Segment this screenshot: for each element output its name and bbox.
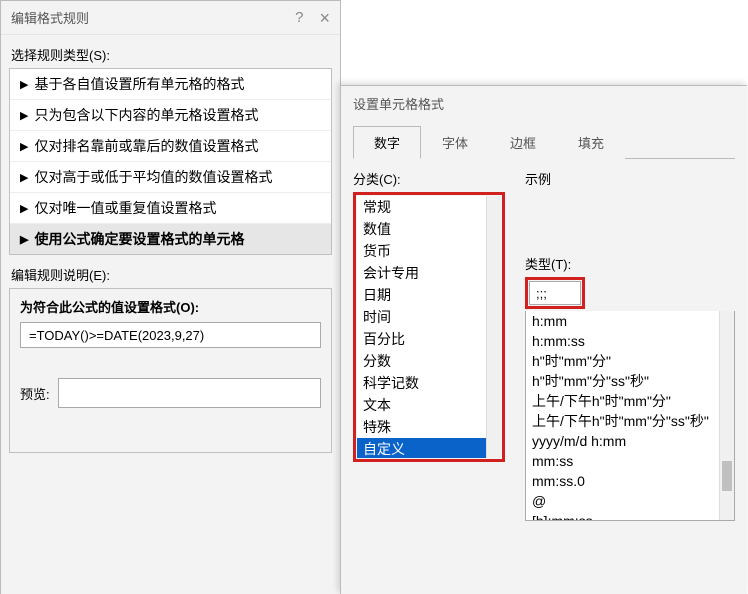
- format-tabs: 数字字体边框填充: [353, 125, 735, 159]
- edit-rule-title: 编辑格式规则: [11, 8, 89, 27]
- arrow-icon: ▶: [20, 109, 28, 122]
- type-list-item[interactable]: h"时"mm"分"ss"秒": [526, 371, 734, 391]
- type-list-item[interactable]: h:mm: [526, 311, 734, 331]
- rule-type-item[interactable]: ▶ 仅对高于或低于平均值的数值设置格式: [10, 162, 331, 193]
- type-list-item[interactable]: yyyy/m/d h:mm: [526, 431, 734, 451]
- category-item[interactable]: 时间: [357, 306, 501, 328]
- format-cells-title: 设置单元格格式: [341, 86, 747, 121]
- category-item[interactable]: 数值: [357, 218, 501, 240]
- type-list-item[interactable]: h:mm:ss: [526, 331, 734, 351]
- category-label: 分类(C):: [353, 169, 505, 188]
- tab-字体[interactable]: 字体: [421, 126, 489, 159]
- type-input-highlight: ;;;: [525, 277, 585, 309]
- example-box: [525, 192, 735, 220]
- type-list-item[interactable]: mm:ss.0: [526, 471, 734, 491]
- rule-type-item[interactable]: ▶ 使用公式确定要设置格式的单元格: [10, 224, 331, 254]
- arrow-icon: ▶: [20, 233, 28, 246]
- rule-type-label: 仅对排名靠前或靠后的数值设置格式: [34, 136, 258, 156]
- formula-input[interactable]: =TODAY()>=DATE(2023,9,27): [20, 322, 321, 348]
- rule-type-item[interactable]: ▶ 只为包含以下内容的单元格设置格式: [10, 100, 331, 131]
- rule-type-list[interactable]: ▶ 基于各自值设置所有单元格的格式 ▶ 只为包含以下内容的单元格设置格式 ▶ 仅对排名靠前…: [9, 68, 332, 255]
- rule-detail-panel: 为符合此公式的值设置格式(O): =TODAY()>=DATE(2023,9,2…: [9, 288, 332, 453]
- category-item[interactable]: 会计专用: [357, 262, 501, 284]
- type-list-item[interactable]: mm:ss: [526, 451, 734, 471]
- tab-数字[interactable]: 数字: [353, 126, 421, 159]
- type-list-item[interactable]: 上午/下午h"时"mm"分": [526, 391, 734, 411]
- help-icon[interactable]: ?: [295, 9, 303, 26]
- arrow-icon: ▶: [20, 140, 28, 153]
- format-cells-dialog: 设置单元格格式 数字字体边框填充 分类(C): 常规数值货币会计专用日期时间百分…: [340, 85, 747, 594]
- edit-rule-desc-label: 编辑规则说明(E):: [1, 255, 340, 288]
- preview-label: 预览:: [20, 384, 50, 403]
- rule-type-item[interactable]: ▶ 基于各自值设置所有单元格的格式: [10, 69, 331, 100]
- rule-type-label: 基于各自值设置所有单元格的格式: [34, 74, 244, 94]
- type-list-item[interactable]: @: [526, 491, 734, 511]
- formula-label: 为符合此公式的值设置格式(O):: [10, 289, 331, 320]
- type-column: 示例 类型(T): ;;; h:mmh:mm:ssh"时"mm"分"h"时"mm…: [505, 169, 735, 521]
- category-scrollbar[interactable]: [486, 196, 501, 458]
- tab-填充[interactable]: 填充: [557, 126, 625, 159]
- close-icon[interactable]: ×: [319, 9, 330, 27]
- category-item[interactable]: 文本: [357, 394, 501, 416]
- category-item[interactable]: 分数: [357, 350, 501, 372]
- type-label: 类型(T):: [525, 254, 735, 273]
- type-list-item[interactable]: [h]:mm:ss: [526, 511, 734, 521]
- preview-box: [58, 378, 321, 408]
- type-list-item[interactable]: 上午/下午h"时"mm"分"ss"秒": [526, 411, 734, 431]
- arrow-icon: ▶: [20, 78, 28, 91]
- type-scroll-thumb[interactable]: [722, 461, 732, 491]
- rule-type-item[interactable]: ▶ 仅对唯一值或重复值设置格式: [10, 193, 331, 224]
- arrow-icon: ▶: [20, 202, 28, 215]
- edit-rule-titlebar: 编辑格式规则 ? ×: [1, 1, 340, 35]
- type-list[interactable]: h:mmh:mm:ssh"时"mm"分"h"时"mm"分"ss"秒"上午/下午h…: [525, 311, 735, 521]
- edit-rule-dialog: 编辑格式规则 ? × 选择规则类型(S): ▶ 基于各自值设置所有单元格的格式 ▶ 只…: [0, 0, 341, 594]
- title-controls: ? ×: [295, 9, 330, 27]
- preview-row: 预览:: [20, 378, 321, 408]
- type-list-item[interactable]: h"时"mm"分": [526, 351, 734, 371]
- rule-type-item[interactable]: ▶ 仅对排名靠前或靠后的数值设置格式: [10, 131, 331, 162]
- select-rule-type-label: 选择规则类型(S):: [1, 35, 340, 68]
- type-scrollbar[interactable]: [719, 311, 734, 520]
- category-item[interactable]: 特殊: [357, 416, 501, 438]
- category-list[interactable]: 常规数值货币会计专用日期时间百分比分数科学记数文本特殊自定义: [357, 196, 501, 458]
- category-list-highlight: 常规数值货币会计专用日期时间百分比分数科学记数文本特殊自定义: [353, 192, 505, 462]
- category-item[interactable]: 百分比: [357, 328, 501, 350]
- rule-type-label: 仅对唯一值或重复值设置格式: [34, 198, 216, 218]
- category-item[interactable]: 货币: [357, 240, 501, 262]
- example-label: 示例: [525, 169, 735, 188]
- rule-type-label: 仅对高于或低于平均值的数值设置格式: [34, 167, 272, 187]
- arrow-icon: ▶: [20, 171, 28, 184]
- category-item[interactable]: 日期: [357, 284, 501, 306]
- tab-边框[interactable]: 边框: [489, 126, 557, 159]
- category-column: 分类(C): 常规数值货币会计专用日期时间百分比分数科学记数文本特殊自定义: [353, 169, 505, 521]
- category-item[interactable]: 科学记数: [357, 372, 501, 394]
- rule-type-label: 使用公式确定要设置格式的单元格: [34, 229, 244, 249]
- category-item[interactable]: 自定义: [357, 438, 501, 458]
- type-input[interactable]: ;;;: [529, 281, 581, 305]
- rule-type-label: 只为包含以下内容的单元格设置格式: [34, 105, 258, 125]
- category-item[interactable]: 常规: [357, 196, 501, 218]
